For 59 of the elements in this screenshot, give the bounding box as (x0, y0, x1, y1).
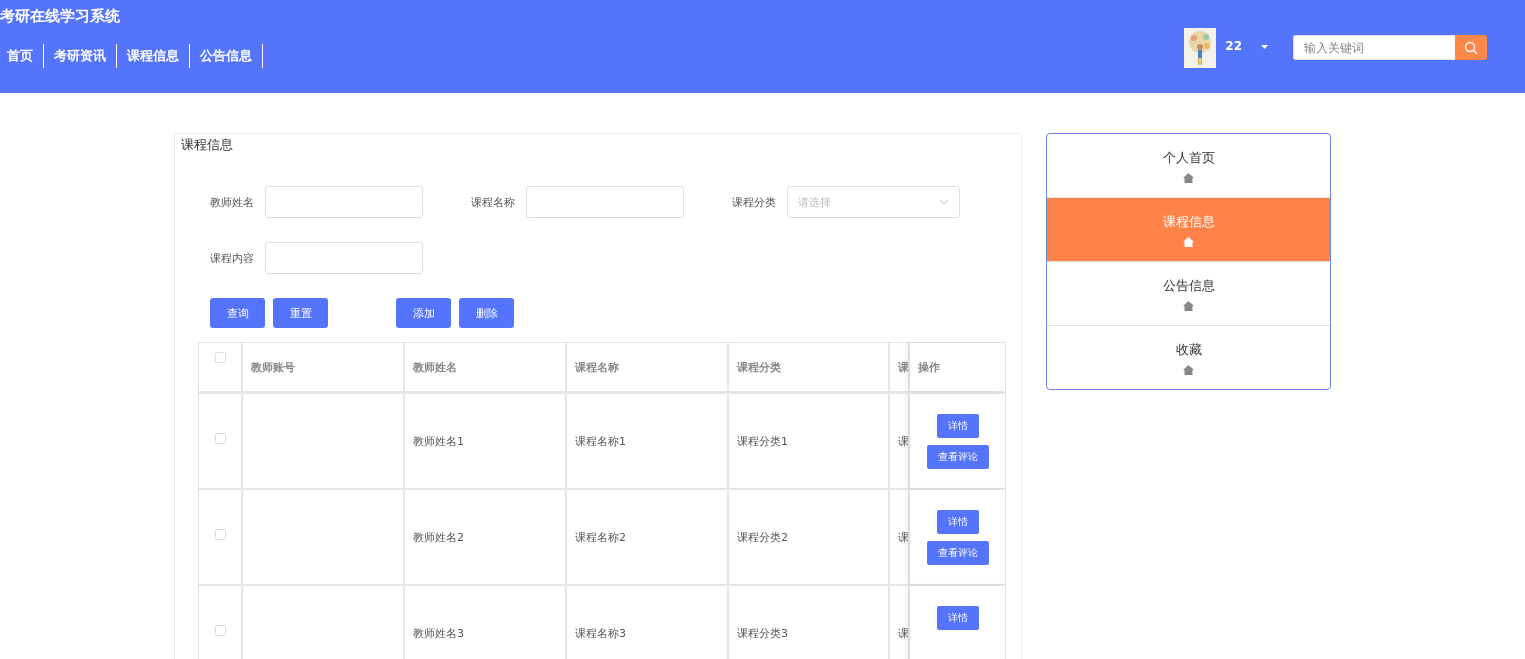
column-header: 课程名称 (567, 343, 729, 391)
table-cell: 课程名称3 (575, 625, 626, 641)
row-button[interactable]: 详情 (937, 606, 979, 630)
caret-icon[interactable] (1261, 45, 1268, 49)
avatar-icon[interactable] (1184, 28, 1217, 68)
search-button[interactable] (1455, 35, 1487, 60)
row-button[interactable]: 查看评论 (927, 445, 989, 469)
nav-link[interactable]: 课程信息 (120, 44, 190, 68)
home-icon (1183, 172, 1194, 183)
table-cell: 课 (898, 625, 908, 641)
table-cell: 教师姓名3 (413, 625, 464, 641)
nav-link[interactable]: 首页 (0, 44, 44, 68)
column-header: 操作 (910, 343, 1006, 391)
input-field[interactable] (526, 186, 684, 218)
column-header: 课程分类 (729, 343, 890, 391)
panel-title: 课程信息 (180, 136, 234, 154)
filter-label: 课程名称 (471, 194, 516, 210)
action-button[interactable]: 删除 (459, 298, 514, 328)
checkbox[interactable] (214, 624, 226, 636)
menu-item[interactable]: 课程信息 (1047, 198, 1330, 262)
home-icon (1183, 236, 1194, 247)
action-button[interactable]: 重置 (273, 298, 328, 328)
row-button[interactable]: 查看评论 (927, 541, 989, 565)
user-name[interactable]: 22 (1225, 39, 1242, 53)
checkbox[interactable] (214, 352, 226, 363)
search-field[interactable]: 输入关键词 (1293, 35, 1455, 60)
select-field[interactable]: 请选择 (787, 186, 960, 218)
home-icon (1183, 300, 1194, 311)
home-icon (1183, 364, 1194, 375)
chevron-icon (939, 199, 949, 205)
checkbox[interactable] (214, 432, 226, 444)
table-cell: 课程分类3 (737, 625, 788, 641)
checkbox[interactable] (214, 528, 226, 540)
table-cell: 课 (898, 433, 908, 449)
table-cell: 课 (898, 529, 908, 545)
table-cell: 课程名称2 (575, 529, 626, 545)
column-header: 教师姓名 (405, 343, 567, 391)
menu-item[interactable]: 公告信息 (1047, 262, 1330, 326)
table-cell: 课程分类1 (737, 433, 788, 449)
filter-label: 教师姓名 (210, 194, 255, 210)
action-button[interactable]: 查询 (210, 298, 265, 328)
row-button[interactable]: 详情 (937, 510, 979, 534)
site-title: 考研在线学习系统 (0, 6, 121, 26)
input-field[interactable] (265, 186, 423, 218)
table-cell: 课程分类2 (737, 529, 788, 545)
table-cell: 教师姓名2 (413, 529, 464, 545)
search-icon (1464, 40, 1478, 55)
filter-label: 课程内容 (210, 250, 255, 266)
menu-item[interactable]: 收藏 (1047, 326, 1330, 389)
filter-label: 课程分类 (732, 194, 777, 210)
table-cell: 教师姓名1 (413, 433, 464, 449)
nav-link[interactable]: 公告信息 (193, 44, 263, 68)
table-cell: 课程名称1 (575, 433, 626, 449)
column-header: 课 (890, 343, 910, 391)
action-button[interactable]: 添加 (396, 298, 451, 328)
column-header: 教师账号 (243, 343, 405, 391)
input-field[interactable] (265, 242, 423, 274)
nav-link[interactable]: 考研资讯 (47, 44, 117, 68)
row-button[interactable]: 详情 (937, 414, 979, 438)
